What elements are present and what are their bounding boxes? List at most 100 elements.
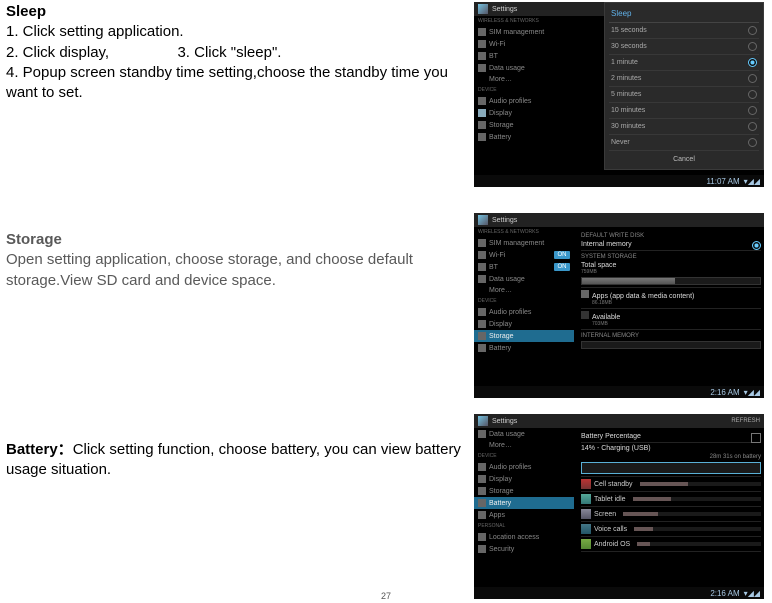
internal-bar: [581, 341, 761, 349]
screen-icon: [581, 509, 591, 519]
sleep-option[interactable]: Never: [609, 135, 759, 151]
radio-icon: [748, 42, 757, 51]
radio-icon: [748, 26, 757, 35]
sleep-option[interactable]: 10 minutes: [609, 103, 759, 119]
battery-item[interactable]: Tablet idle: [581, 492, 761, 507]
battery-item[interactable]: Cell standby: [581, 477, 761, 492]
battery-text-block: Battery：Click setting function, choose b…: [6, 440, 466, 481]
nav-more: More…: [474, 74, 574, 85]
nav-display[interactable]: Display: [474, 318, 574, 330]
apps-storage[interactable]: Apps (app data & media content) 86.18MB: [581, 288, 761, 309]
location-icon: [478, 533, 486, 541]
data-icon: [478, 430, 486, 438]
battery-panel: Battery Percentage 14% - Charging (USB) …: [578, 428, 764, 555]
radio-icon: [748, 90, 757, 99]
device-screenshot-battery: Settings REFRESH Data usage More… DEVICE…: [474, 414, 764, 599]
radio-icon: [748, 106, 757, 115]
sleep-option[interactable]: 2 minutes: [609, 71, 759, 87]
nav-security[interactable]: Security: [474, 543, 574, 555]
sleep-option[interactable]: 30 seconds: [609, 39, 759, 55]
nav-audio: Audio profiles: [474, 95, 574, 107]
nav-header-personal: PERSONAL: [474, 521, 574, 531]
battery-status-row[interactable]: 14% - Charging (USB) 28m 31s on battery: [581, 443, 761, 477]
nav-data[interactable]: Data usage: [474, 273, 574, 285]
battery-item[interactable]: Voice calls: [581, 522, 761, 537]
sleep-option[interactable]: 1 minute: [609, 55, 759, 71]
nav-audio[interactable]: Audio profiles: [474, 306, 574, 318]
usage-bar: [637, 542, 761, 546]
nav-storage[interactable]: Storage: [474, 330, 574, 342]
voice-calls-icon: [581, 524, 591, 534]
left-nav: Data usage More… DEVICE Audio profiles D…: [474, 428, 574, 555]
nav-battery[interactable]: Battery: [474, 497, 574, 509]
header-title: Settings: [492, 6, 517, 13]
sleep-step-2-3: 2. Click display, 3. Click "sleep".: [6, 43, 466, 63]
nav-display[interactable]: Display: [474, 473, 574, 485]
nav-bt[interactable]: BTON: [474, 261, 574, 273]
nav-wifi: Wi-Fi: [474, 38, 574, 50]
sleep-option[interactable]: 30 minutes: [609, 119, 759, 135]
nav-apps[interactable]: Apps: [474, 509, 574, 521]
bt-icon: [478, 263, 486, 271]
page-number: 27: [381, 591, 391, 601]
refresh-button[interactable]: REFRESH: [731, 418, 760, 424]
storage-body: Open setting application, choose storage…: [6, 250, 466, 291]
sleep-option[interactable]: 5 minutes: [609, 87, 759, 103]
wifi-toggle[interactable]: ON: [554, 251, 570, 259]
battery-item[interactable]: Screen: [581, 507, 761, 522]
sleep-step-1: 1. Click setting application.: [6, 22, 466, 42]
sleep-heading: Sleep: [6, 2, 466, 22]
document-page: Sleep 1. Click setting application. 2. C…: [0, 0, 772, 603]
bt-toggle[interactable]: ON: [554, 263, 570, 271]
sleep-cancel-button[interactable]: Cancel: [609, 151, 759, 165]
display-icon: [478, 475, 486, 483]
display-icon: [478, 320, 486, 328]
clock: 11:07 AM: [706, 177, 739, 186]
nav-location[interactable]: Location access: [474, 531, 574, 543]
total-space: Total space 759MB: [581, 260, 761, 288]
internal-memory-option[interactable]: Internal memory: [581, 239, 761, 251]
android-os-icon: [581, 539, 591, 549]
nav-battery[interactable]: Battery: [474, 342, 574, 354]
audio-icon: [478, 463, 486, 471]
data-icon: [478, 275, 486, 283]
nav-bt: BT: [474, 50, 574, 62]
audio-icon: [478, 97, 486, 105]
signal-icon: ▾◢◢: [744, 589, 760, 598]
internal-memory-header: INTERNAL MEMORY: [581, 333, 761, 339]
nav-more[interactable]: More…: [474, 440, 574, 451]
battery-body: Click setting function, choose battery, …: [6, 441, 461, 478]
radio-selected-icon: [752, 241, 761, 250]
battery-percentage-row[interactable]: Battery Percentage: [581, 431, 761, 443]
nav-wifi[interactable]: Wi-FiON: [474, 249, 574, 261]
storage-icon: [478, 487, 486, 495]
app-header: Settings: [474, 213, 764, 227]
nav-more[interactable]: More…: [474, 285, 574, 296]
nav-sim[interactable]: SIM management: [474, 237, 574, 249]
nav-battery: Battery: [474, 131, 574, 143]
radio-icon: [748, 122, 757, 131]
nav-storage[interactable]: Storage: [474, 485, 574, 497]
wifi-icon: [478, 251, 486, 259]
header-title: Settings: [492, 217, 517, 224]
left-nav: WIRELESS & NETWORKS SIM management Wi-Fi…: [474, 16, 574, 143]
nav-audio[interactable]: Audio profiles: [474, 461, 574, 473]
battery-duration: 28m 31s on battery: [581, 454, 761, 460]
cell-standby-icon: [581, 479, 591, 489]
battery-icon: [478, 344, 486, 352]
sleep-dialog-title: Sleep: [609, 7, 759, 23]
storage-bar-fill: [582, 278, 675, 284]
battery-item[interactable]: Android OS: [581, 537, 761, 552]
nav-display: Display: [474, 107, 574, 119]
left-nav: WIRELESS & NETWORKS SIM management Wi-Fi…: [474, 227, 574, 354]
sleep-step-2a: 2. Click display,: [6, 44, 109, 61]
checkbox-icon[interactable]: [751, 433, 761, 443]
sleep-option[interactable]: 15 seconds: [609, 23, 759, 39]
sleep-text-block: Sleep 1. Click setting application. 2. C…: [6, 2, 466, 103]
nav-header-device: DEVICE: [474, 85, 574, 95]
nav-data[interactable]: Data usage: [474, 428, 574, 440]
settings-icon: [478, 4, 488, 14]
status-bar: 2:16 AM ▾◢◢: [474, 587, 764, 599]
storage-bar: [581, 277, 761, 285]
battery-heading: Battery：: [6, 441, 73, 458]
